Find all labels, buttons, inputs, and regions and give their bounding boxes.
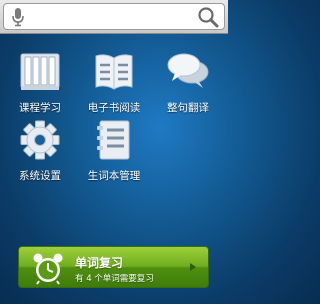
open-book-icon [95, 54, 133, 90]
gear-icon [20, 120, 60, 160]
app-sentence-translate[interactable]: 整句翻译 [153, 50, 223, 115]
word-review-button[interactable]: 单词复习 有 4 个单词需要复习 [18, 246, 209, 288]
app-label: 电子书阅读 [87, 102, 141, 114]
app-system-settings[interactable]: 系统设置 [5, 118, 75, 183]
app-course-study[interactable]: 课程学习 [5, 50, 75, 115]
app-label: 整句翻译 [167, 102, 209, 114]
app-label: 系统设置 [19, 170, 61, 182]
magnifier-icon[interactable] [196, 6, 220, 28]
search-input[interactable] [30, 6, 194, 29]
alarm-clock-icon [33, 253, 63, 285]
app-ebook-reading[interactable]: 电子书阅读 [79, 50, 149, 115]
microphone-icon[interactable] [10, 7, 26, 27]
books-icon [20, 53, 60, 90]
search-bar [0, 0, 228, 34]
speech-bubbles-icon [167, 53, 209, 88]
app-label: 课程学习 [19, 102, 61, 114]
notebook-icon [97, 120, 130, 160]
arrow-right-icon [190, 263, 196, 271]
app-vocabulary-manager[interactable]: 生词本管理 [79, 118, 149, 183]
search-field[interactable] [3, 3, 225, 30]
app-label: 生词本管理 [87, 170, 141, 182]
review-subtitle: 有 4 个单词需要复习 [75, 274, 154, 284]
review-title: 单词复习 [75, 256, 124, 270]
